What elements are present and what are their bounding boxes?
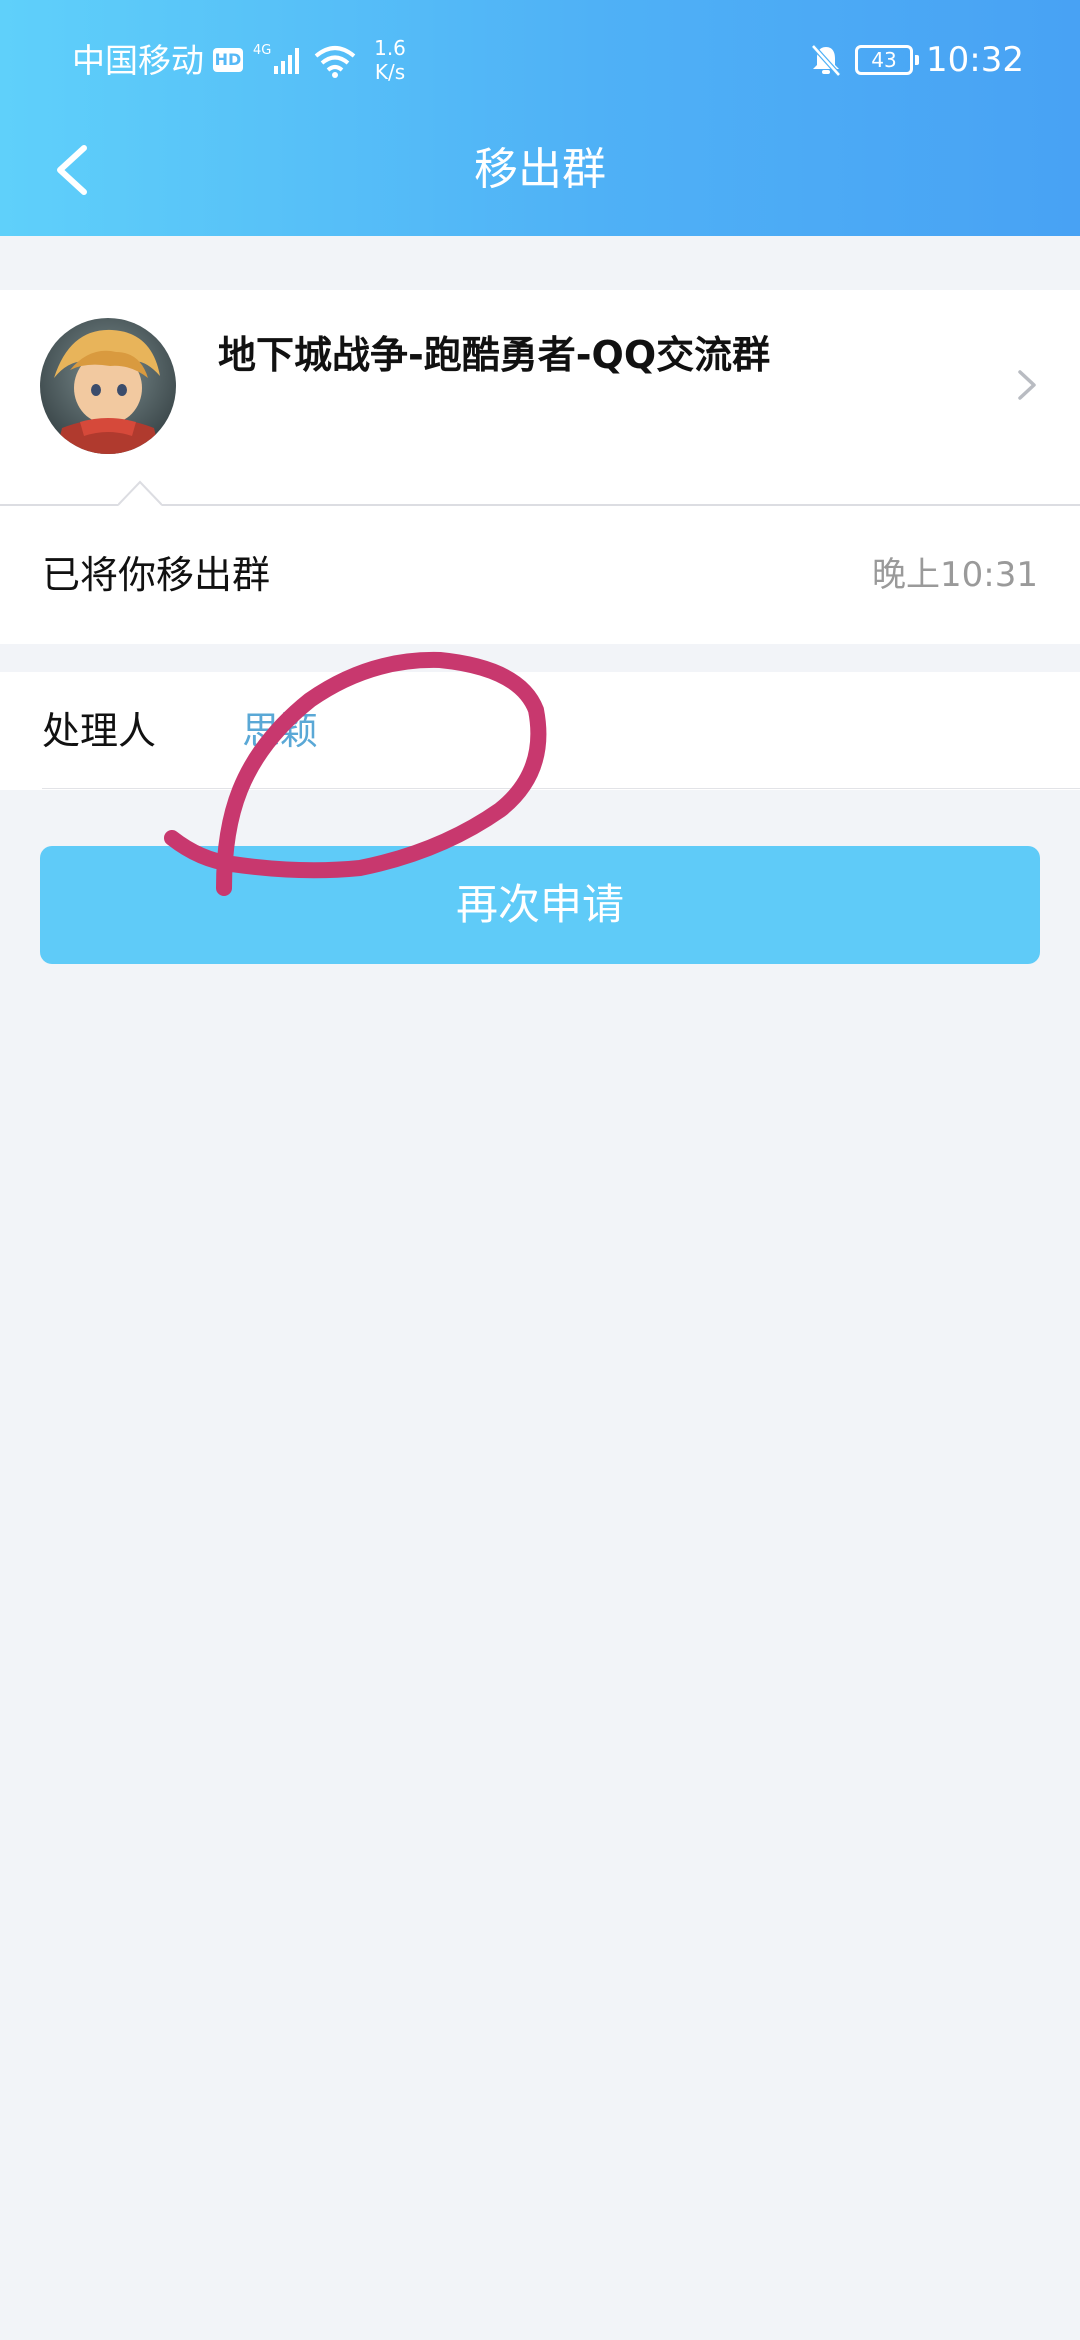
notice-row: 已将你移出群 晚上10:31 [0, 506, 1080, 644]
status-bar: 中国移动 HD 4G 1.6 K/s 43 10:32 [0, 0, 1080, 124]
clock: 10:32 [926, 40, 1024, 80]
battery-indicator: 43 [855, 45, 919, 75]
handler-name-link[interactable]: 思颖 [242, 706, 318, 756]
reapply-button[interactable]: 再次申请 [40, 846, 1040, 964]
carrier-name: 中国移动 [72, 41, 204, 80]
group-avatar [40, 318, 176, 454]
speed-unit: K/s [374, 60, 406, 84]
handler-divider [42, 788, 1080, 789]
bell-muted-icon [811, 44, 841, 77]
signal-icon [274, 48, 299, 74]
handler-label: 处理人 [42, 709, 157, 753]
bubble-pointer [118, 480, 162, 506]
speed-value: 1.6 [374, 36, 406, 60]
notice-time: 晚上10:31 [872, 555, 1038, 595]
group-card[interactable]: 地下城战争-跑酷勇者-QQ交流群 [0, 290, 1080, 506]
notice-text: 已将你移出群 [42, 553, 271, 597]
network-speed: 1.6 K/s [368, 36, 412, 84]
group-name: 地下城战争-跑酷勇者-QQ交流群 [218, 333, 771, 377]
wifi-icon [314, 46, 356, 78]
hd-badge: HD [213, 48, 243, 72]
top-header: 中国移动 HD 4G 1.6 K/s 43 10:32 移出群 [0, 0, 1080, 236]
network-type: 4G [253, 43, 272, 58]
page-title: 移出群 [474, 144, 606, 195]
chevron-right-icon [1018, 370, 1036, 400]
handler-row: 处理人 思颖 [0, 672, 1080, 790]
